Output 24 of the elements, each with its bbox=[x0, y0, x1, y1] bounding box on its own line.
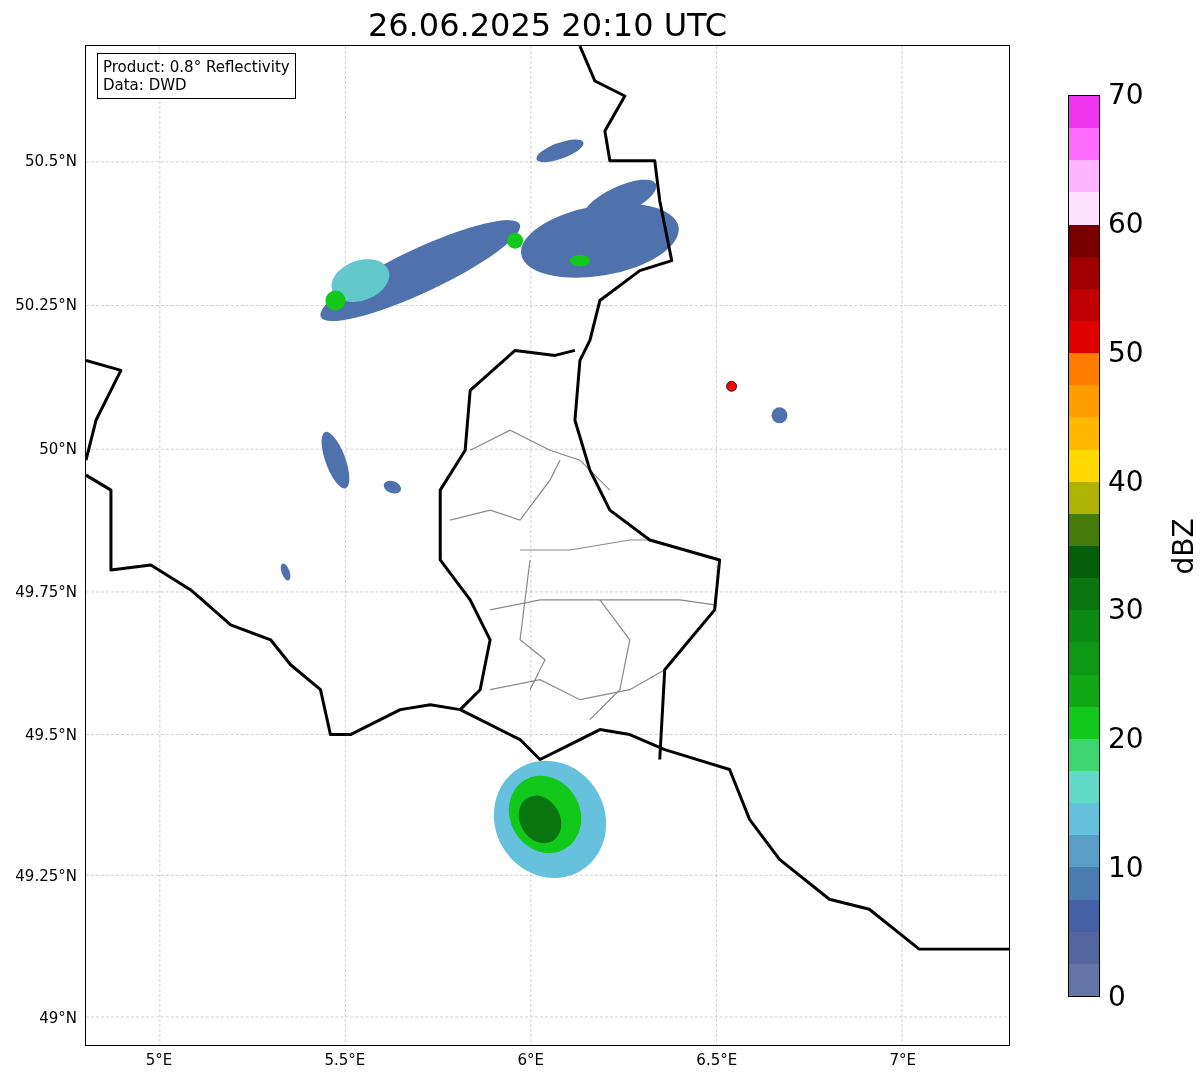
latitude-label: 49.5°N bbox=[24, 726, 77, 744]
latitude-label: 50.25°N bbox=[15, 295, 77, 314]
longitude-label: 7°E bbox=[889, 1051, 916, 1069]
longitude-label: 5°E bbox=[145, 1051, 173, 1069]
longitude-label: 5.5°E bbox=[324, 1051, 366, 1069]
chart-title: 26.06.2025 20:10 UTC bbox=[366, 5, 729, 45]
longitude-label: 6.5°E bbox=[696, 1051, 738, 1069]
latitude-label: 49.25°N bbox=[15, 867, 77, 885]
scale-tick-label: 70 bbox=[1108, 80, 1144, 110]
info-text: Product: 0.8° Reflectivity bbox=[103, 58, 290, 76]
info-text: Data: DWD bbox=[103, 76, 188, 94]
scale-tick-label: 60 bbox=[1108, 208, 1144, 239]
latitude-label: 50.5°N bbox=[24, 152, 77, 170]
scale-tick-label: 40 bbox=[1108, 466, 1144, 497]
scale-tick-label: 10 bbox=[1108, 853, 1144, 884]
scale-tick-label: 50 bbox=[1108, 337, 1144, 368]
latitude-label: 49°N bbox=[39, 1008, 77, 1027]
latitude-label: 50°N bbox=[39, 440, 77, 458]
scale-tick-label: 30 bbox=[1108, 595, 1144, 626]
scale-tick-label: 0 bbox=[1108, 981, 1127, 1012]
scale-tick-label: 20 bbox=[1108, 724, 1144, 755]
scale-unit-label: dBZ bbox=[1166, 517, 1200, 575]
latitude-label: 49.75°N bbox=[15, 583, 77, 602]
longitude-label: 6°E bbox=[517, 1051, 545, 1069]
